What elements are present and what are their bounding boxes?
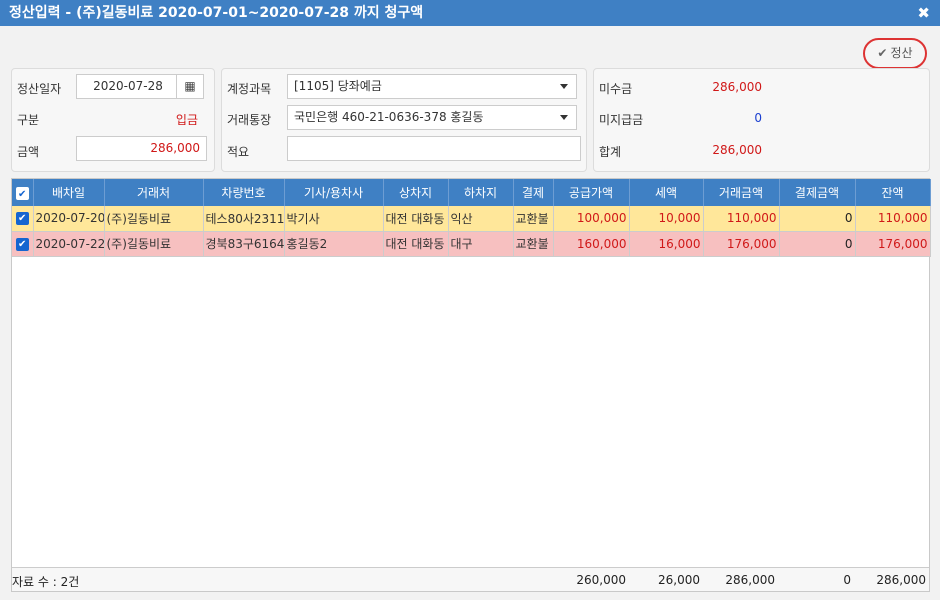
total-label: 합계 [599,145,622,159]
nonpay-value: 0 [754,111,762,125]
table-cell: (주)길동비료 [104,231,204,257]
table-cell: 교환불 [513,206,554,232]
table-cell: 2020-07-22 [33,231,105,257]
tax-total: 26,000 [658,573,700,587]
table-cell: 10,000 [629,206,704,232]
bank-value: 국민은행 460-21-0636-378 홍길동 [294,110,484,124]
type-label: 구분 [17,113,40,127]
table-cell: 0 [779,206,856,232]
column-header[interactable]: 차량번호 [203,179,285,206]
close-icon[interactable]: ✖ [917,0,930,26]
chevron-down-icon [560,115,568,120]
table-cell: 176,000 [703,231,780,257]
column-header[interactable]: 결제금액 [779,179,856,206]
table-cell: 대전 대화동 [383,206,449,232]
column-header[interactable]: 상차지 [383,179,449,206]
table-cell: 2020-07-20 [33,206,105,232]
column-header[interactable]: 하차지 [448,179,514,206]
check-icon: ✔ [15,186,29,200]
nonpay-label: 미지급금 [599,113,644,127]
trade-total: 286,000 [725,573,775,587]
table-header: ✔ 배차일 거래처 차량번호 기사/용차사 상차지 하차지 결제 공급가액 세액… [12,179,931,206]
table-cell: 대구 [448,231,514,257]
account-value: [1105] 당좌예금 [294,79,382,93]
table-cell: 홍길동2 [284,231,384,257]
account-select[interactable]: [1105] 당좌예금 [287,74,577,99]
table-footer: 자료 수 : 2건 260,000 26,000 286,000 0 286,0… [12,567,929,591]
column-header[interactable]: 결제 [513,179,554,206]
table-cell: 0 [779,231,856,257]
table-cell: 100,000 [553,206,630,232]
row-checkbox[interactable]: ✔ [12,206,34,232]
table-row[interactable]: ✔ 2020-07-20 (주)길동비료 테스80사2311 박기사 대전 대화… [12,206,931,232]
check-icon: ✔ [15,212,29,226]
column-header[interactable]: 거래금액 [703,179,780,206]
total-value: 286,000 [712,143,762,157]
table-cell: 110,000 [855,206,931,232]
chevron-down-icon [560,84,568,89]
table-cell: 교환불 [513,231,554,257]
dispatch-table: ✔ 배차일 거래처 차량번호 기사/용차사 상차지 하차지 결제 공급가액 세액… [11,178,931,592]
unpaid-label: 미수금 [599,82,633,96]
table-cell: 박기사 [284,206,384,232]
supply-total: 260,000 [576,573,626,587]
table-cell: 110,000 [703,206,780,232]
type-value: 입금 [175,113,198,127]
bank-select[interactable]: 국민은행 460-21-0636-378 홍길동 [287,105,577,130]
column-header[interactable]: 배차일 [33,179,105,206]
account-label: 계정과목 [227,82,272,96]
table-cell: 대전 대화동 [383,231,449,257]
table-cell: 테스80사2311 [203,206,285,232]
column-header[interactable]: 기사/용차사 [284,179,384,206]
window-titlebar: 정산입력 - (주)길동비료 2020-07-01~2020-07-28 까지 … [0,0,940,26]
table-cell: 익산 [448,206,514,232]
table-cell: 경북83구6164 [203,231,285,257]
select-all-checkbox[interactable]: ✔ [12,179,34,206]
settle-label: 정산 [890,46,913,60]
date-value: 2020-07-28 [93,79,163,93]
unpaid-value: 286,000 [712,80,762,94]
date-label: 정산일자 [17,82,62,96]
table-cell: 176,000 [855,231,931,257]
row-checkbox[interactable]: ✔ [12,231,34,257]
bank-label: 거래통장 [227,113,272,127]
paid-total: 0 [843,573,851,587]
calendar-icon[interactable]: ▦ [176,75,203,98]
balance-total: 286,000 [876,573,926,587]
amount-field[interactable]: 286,000 [76,136,207,161]
table-cell: 16,000 [629,231,704,257]
amount-value: 286,000 [150,141,200,155]
summary-panel: 미수금 286,000 미지급금 0 합계 286,000 [593,68,930,172]
check-icon: ✔ [15,237,29,251]
settlement-panel: 정산일자 2020-07-28 ▦ 구분 입금 금액 286,000 [11,68,215,172]
account-panel: 계정과목 [1105] 당좌예금 거래통장 국민은행 460-21-0636-3… [221,68,587,172]
window-title: 정산입력 - (주)길동비료 2020-07-01~2020-07-28 까지 … [9,5,424,21]
table-row[interactable]: ✔ 2020-07-22 (주)길동비료 경북83구6164 홍길동2 대전 대… [12,231,931,257]
table-cell: 160,000 [553,231,630,257]
column-header[interactable]: 세액 [629,179,704,206]
column-header[interactable]: 잔액 [855,179,931,206]
table-cell: (주)길동비료 [104,206,204,232]
memo-label: 적요 [227,145,250,159]
amount-label: 금액 [17,145,40,159]
date-field[interactable]: 2020-07-28 ▦ [76,74,204,99]
column-header[interactable]: 공급가액 [553,179,630,206]
record-count: 자료 수 : 2건 [12,575,80,589]
column-header[interactable]: 거래처 [104,179,204,206]
settle-button[interactable]: ✔ 정산 [863,38,927,69]
check-icon: ✔ [877,46,888,60]
memo-field[interactable] [287,136,581,161]
